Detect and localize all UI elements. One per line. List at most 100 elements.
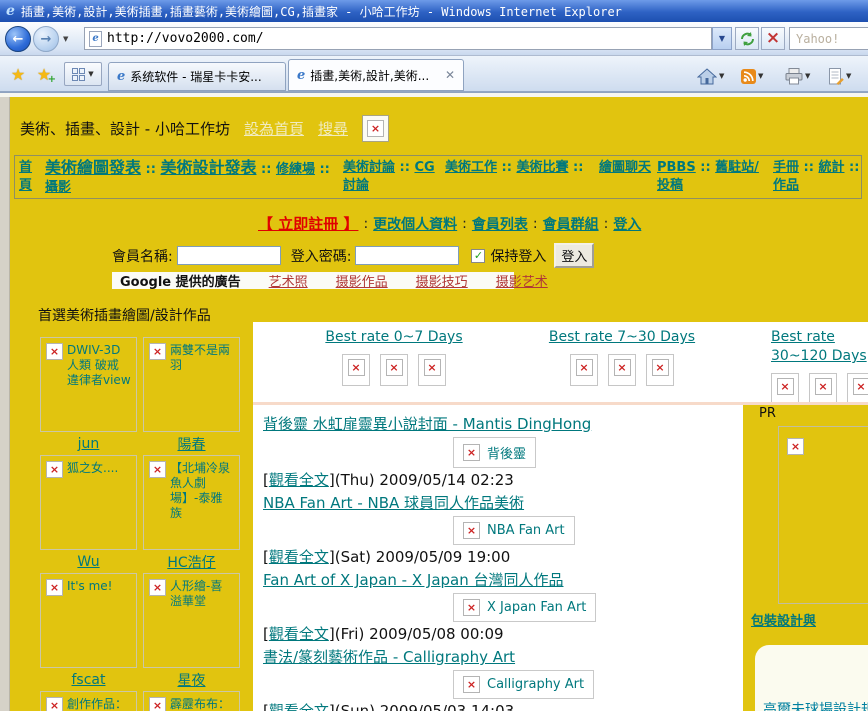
read-full-link[interactable]: 觀看全文	[269, 471, 329, 489]
nav-separator: ::	[568, 160, 584, 175]
thumbnail-frame[interactable]	[771, 373, 799, 405]
broken-image-icon	[575, 359, 593, 376]
artist-link[interactable]: HC浩仔	[167, 552, 215, 572]
nav-link[interactable]: 攝影	[45, 180, 71, 195]
artwork-thumbnail[interactable]: 創作作品：	[40, 691, 137, 711]
artwork-thumbnail[interactable]: 兩雙不是兩羽	[143, 337, 240, 432]
thumbnail-frame[interactable]	[418, 354, 446, 386]
artist-link[interactable]: 陽春	[178, 434, 206, 454]
nav-link[interactable]: 繪圖聊天	[599, 160, 651, 175]
nav-link[interactable]: 美術設計發表	[160, 158, 256, 177]
username-input[interactable]	[176, 246, 281, 265]
article-title-link[interactable]: NBA Fan Art - NBA 球員同人作品美術	[263, 493, 733, 513]
article-title-link[interactable]: 背後靈 水虹扉靈異小說封面 - Mantis DingHong	[263, 414, 733, 434]
artwork-thumbnail[interactable]: DWIV-3D 人類 破戒 違律者view	[40, 337, 137, 432]
tab-rising-kaka[interactable]: e 系统软件 - 瑞星卡卡安...	[108, 62, 286, 91]
nav-link[interactable]: 統計	[818, 160, 844, 175]
header-link[interactable]: 搜尋	[318, 118, 348, 139]
broken-image-icon	[46, 343, 63, 360]
password-input[interactable]	[355, 246, 460, 265]
keep-login-checkbox[interactable]	[471, 248, 486, 263]
register-link[interactable]: 會員群組	[543, 214, 599, 234]
nav-link[interactable]: 美術工作	[445, 160, 497, 175]
login-button[interactable]: 登入	[554, 243, 595, 268]
pr-packaging-link[interactable]: 包裝設計與	[751, 610, 816, 629]
nav-link[interactable]: 美術比賽	[516, 160, 568, 175]
artwork-thumbnail[interactable]: 霹靂布布：	[143, 691, 240, 711]
nav-link[interactable]: 美術繪圖發表	[45, 158, 141, 177]
nav-link[interactable]: 作品	[773, 178, 799, 193]
read-full-link[interactable]: 觀看全文	[269, 548, 329, 566]
ad-link[interactable]: 摄影作品	[336, 271, 388, 290]
artwork-thumbnail[interactable]: 【北埔冷泉魚人劇場】-泰雅族	[143, 455, 240, 550]
feeds-button[interactable]: ▼	[741, 64, 763, 88]
ad-link[interactable]: 摄影技巧	[416, 271, 468, 290]
artwork-thumbnail[interactable]: It's me!	[40, 573, 137, 668]
artwork-thumbnail[interactable]: 人形繪-喜溢華堂	[143, 573, 240, 668]
read-full-link[interactable]: 觀看全文	[269, 625, 329, 643]
register-now-link[interactable]: 【 立即註冊 】	[258, 213, 358, 234]
header-link[interactable]: 設為首頁	[244, 118, 304, 139]
register-link[interactable]: 更改個人資料	[373, 214, 457, 234]
broken-image-icon	[776, 378, 794, 395]
best-rate-thumbs	[570, 354, 674, 386]
register-link[interactable]: 會員列表	[472, 214, 528, 234]
nav-separator: ::	[844, 160, 860, 175]
thumbnail-frame[interactable]	[847, 373, 868, 405]
best-rate-link[interactable]: Best rate 30~120 Days	[771, 328, 868, 366]
search-box	[789, 27, 868, 50]
article-image-frame[interactable]: NBA Fan Art	[453, 516, 575, 545]
back-button[interactable]: ←	[5, 26, 31, 52]
window-left-border	[0, 97, 10, 711]
thumbnail-frame[interactable]	[380, 354, 408, 386]
featured-grid: DWIV-3D 人類 破戒 違律者view jun 兩雙不是兩羽陽春狐之女.... W…	[40, 337, 242, 711]
artist-link[interactable]: jun	[78, 436, 100, 452]
nav-link[interactable]: PBBS	[657, 160, 696, 175]
best-rate-link[interactable]: Best rate 7~30 Days	[549, 328, 695, 347]
pr-ad-frame[interactable]	[778, 426, 868, 604]
nav-link[interactable]: 修練場	[276, 162, 315, 177]
best-rate-link[interactable]: Best rate 0~7 Days	[325, 328, 462, 347]
quick-tabs-button[interactable]: ▼	[64, 62, 102, 86]
article-image-frame[interactable]: X Japan Fan Art	[453, 593, 597, 622]
nav-link[interactable]: 美術討論	[343, 160, 395, 175]
ad-link[interactable]: 摄影艺术	[496, 271, 548, 290]
refresh-button[interactable]	[735, 27, 759, 50]
article-title-link[interactable]: 書法/篆刻藝術作品 - Calligraphy Art	[263, 647, 733, 667]
address-dropdown-button[interactable]: ▼	[712, 27, 732, 50]
nav-link[interactable]: 手冊	[773, 160, 799, 175]
article-title-link[interactable]: Fan Art of X Japan - X Japan 台灣同人作品	[263, 570, 733, 590]
home-button[interactable]: ▼	[697, 64, 724, 88]
nav-cell: PBBS :: 舊駐站/投稿	[657, 159, 767, 195]
favorites-star-icon[interactable]: ★	[6, 63, 30, 85]
pr-golf-link[interactable]: 高爾夫球場設計規劃	[763, 699, 868, 711]
artist-link[interactable]: fscat	[72, 672, 106, 688]
best-rate-thumbs	[771, 373, 868, 405]
close-tab-icon[interactable]: ✕	[445, 68, 455, 82]
article-image-frame[interactable]: Calligraphy Art	[453, 670, 595, 699]
article-image-frame[interactable]: 背後靈	[453, 437, 537, 468]
nav-link[interactable]: 首頁	[19, 160, 32, 193]
thumbnail-frame[interactable]	[809, 373, 837, 405]
register-link[interactable]: 登入	[613, 214, 641, 234]
ad-link[interactable]: 艺术照	[269, 271, 308, 290]
thumbnail-frame[interactable]	[342, 354, 370, 386]
artist-link[interactable]: 星夜	[178, 670, 206, 690]
thumbnail-frame[interactable]	[646, 354, 674, 386]
broken-image-frame[interactable]	[361, 115, 389, 142]
print-button[interactable]: ▼	[785, 64, 810, 88]
page-menu-button[interactable]: ▼	[829, 64, 851, 88]
best-rate-band: Best rate 0~7 Days Best rate 7~30 Days Bes…	[253, 322, 868, 405]
artwork-thumbnail[interactable]: 狐之女....	[40, 455, 137, 550]
thumbnail-frame[interactable]	[570, 354, 598, 386]
artist-link[interactable]: Wu	[77, 554, 99, 570]
address-input[interactable]	[107, 31, 707, 46]
history-dropdown-icon[interactable]: ▼	[63, 35, 68, 43]
search-input[interactable]	[796, 31, 868, 46]
thumbnail-frame[interactable]	[608, 354, 636, 386]
stop-button[interactable]: ×	[761, 27, 785, 50]
read-full-link[interactable]: 觀看全文	[269, 702, 329, 711]
tab-vovo2000-active[interactable]: e 插畫,美術,設計,美術... ✕	[288, 59, 464, 91]
add-favorite-icon[interactable]: ★ +	[32, 63, 56, 86]
forward-button[interactable]: →	[33, 26, 59, 52]
